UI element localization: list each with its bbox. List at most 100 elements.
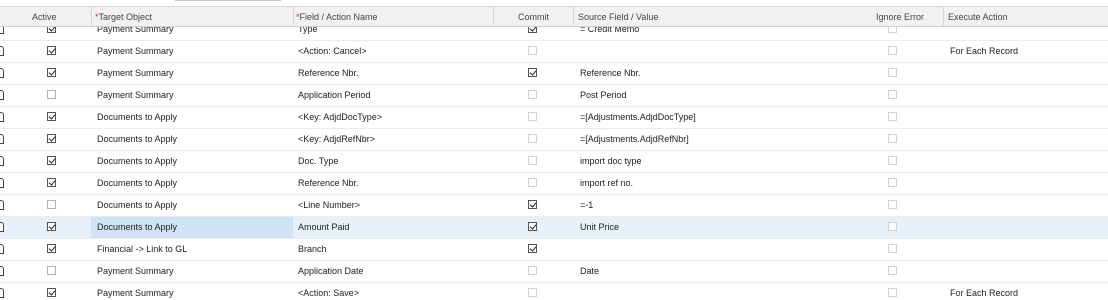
execute-action-cell[interactable] (950, 151, 1100, 172)
target-object-cell[interactable]: Payment Summary (91, 283, 293, 300)
execute-action-cell[interactable] (950, 63, 1100, 84)
document-icon[interactable] (0, 27, 4, 34)
ignore-error-checkbox[interactable] (888, 222, 897, 231)
table-row[interactable]: Payment Summary Reference Nbr. Reference N… (0, 63, 1108, 85)
field-action-cell[interactable]: <Line Number> (298, 195, 488, 216)
execute-action-cell[interactable] (950, 107, 1100, 128)
target-object-cell[interactable]: Payment Summary (91, 41, 293, 62)
source-value-cell[interactable] (580, 283, 855, 300)
active-checkbox[interactable] (47, 244, 56, 253)
commit-checkbox[interactable] (528, 266, 537, 275)
document-icon[interactable] (0, 288, 4, 298)
active-checkbox[interactable] (47, 134, 56, 143)
field-action-cell[interactable]: Amount Paid (298, 217, 488, 238)
col-header-source-value[interactable]: Source Field / Value (573, 7, 860, 27)
ignore-error-checkbox[interactable] (888, 244, 897, 253)
execute-action-cell[interactable]: For Each Record (950, 41, 1100, 62)
active-checkbox[interactable] (47, 68, 56, 77)
active-checkbox[interactable] (47, 200, 56, 209)
table-row[interactable]: Documents to Apply <Key: AdjdRefNbr> =[Adj… (0, 129, 1108, 151)
document-icon[interactable] (0, 178, 4, 188)
active-checkbox[interactable] (47, 27, 56, 33)
col-header-active[interactable]: Active (32, 7, 57, 27)
target-object-cell[interactable]: Documents to Apply (91, 129, 293, 150)
target-object-cell[interactable]: Documents to Apply (91, 173, 293, 194)
commit-checkbox[interactable] (528, 68, 537, 77)
ignore-error-checkbox[interactable] (888, 156, 897, 165)
document-icon[interactable] (0, 46, 4, 56)
commit-checkbox[interactable] (528, 90, 537, 99)
execute-action-cell[interactable]: For Each Record (950, 283, 1100, 300)
commit-checkbox[interactable] (528, 46, 537, 55)
target-object-cell[interactable]: Documents to Apply (91, 151, 293, 172)
ignore-error-checkbox[interactable] (888, 178, 897, 187)
document-icon[interactable] (0, 244, 4, 254)
source-value-cell[interactable] (580, 41, 855, 62)
field-action-cell[interactable]: Application Date (298, 261, 488, 282)
active-checkbox[interactable] (47, 112, 56, 121)
commit-checkbox[interactable] (528, 27, 537, 33)
active-checkbox[interactable] (47, 46, 56, 55)
ignore-error-checkbox[interactable] (888, 46, 897, 55)
execute-action-cell[interactable] (950, 129, 1100, 150)
execute-action-cell[interactable] (950, 195, 1100, 216)
target-object-cell[interactable]: Payment Summary (91, 85, 293, 106)
commit-checkbox[interactable] (528, 200, 537, 209)
execute-action-cell[interactable] (950, 217, 1100, 238)
ignore-error-checkbox[interactable] (888, 27, 897, 33)
target-object-cell[interactable]: Documents to Apply (91, 107, 293, 128)
target-object-cell[interactable]: Documents to Apply (91, 217, 293, 238)
ignore-error-checkbox[interactable] (888, 266, 897, 275)
execute-action-cell[interactable] (950, 239, 1100, 260)
commit-checkbox[interactable] (528, 178, 537, 187)
commit-checkbox[interactable] (528, 288, 537, 297)
target-object-cell[interactable]: Payment Summary (91, 261, 293, 282)
active-checkbox[interactable] (47, 266, 56, 275)
commit-checkbox[interactable] (528, 244, 537, 253)
table-row[interactable]: Payment Summary Type = Credit Memo (0, 27, 1108, 41)
table-row[interactable]: Payment Summary Application Period Post Pe… (0, 85, 1108, 107)
active-checkbox[interactable] (47, 156, 56, 165)
table-row[interactable]: Documents to Apply <Key: AdjdDocType> =[Ad… (0, 107, 1108, 129)
field-action-cell[interactable]: Branch (298, 239, 488, 260)
field-action-cell[interactable]: Reference Nbr. (298, 173, 488, 194)
document-icon[interactable] (0, 90, 4, 100)
document-icon[interactable] (0, 200, 4, 210)
target-object-cell[interactable]: Financial -> Link to GL (91, 239, 293, 260)
commit-checkbox[interactable] (528, 156, 537, 165)
col-header-execute-action[interactable]: Execute Action (943, 7, 1108, 27)
execute-action-cell[interactable] (950, 261, 1100, 282)
target-object-cell[interactable]: Payment Summary (91, 27, 293, 40)
table-row[interactable]: Documents to Apply Doc. Type import doc ty… (0, 151, 1108, 173)
table-row[interactable]: Documents to Apply Amount Paid Unit Price (0, 217, 1108, 239)
source-value-cell[interactable]: = Credit Memo (580, 27, 855, 40)
execute-action-cell[interactable] (950, 85, 1100, 106)
source-value-cell[interactable]: import ref no. (580, 173, 855, 194)
document-icon[interactable] (0, 112, 4, 122)
document-icon[interactable] (0, 222, 4, 232)
document-icon[interactable] (0, 134, 4, 144)
document-icon[interactable] (0, 68, 4, 78)
table-row[interactable]: Documents to Apply <Line Number> =-1 (0, 195, 1108, 217)
ignore-error-checkbox[interactable] (888, 68, 897, 77)
target-object-cell[interactable]: Payment Summary (91, 63, 293, 84)
document-icon[interactable] (0, 266, 4, 276)
source-value-cell[interactable] (580, 239, 855, 260)
ignore-error-checkbox[interactable] (888, 200, 897, 209)
active-checkbox[interactable] (47, 178, 56, 187)
ignore-error-checkbox[interactable] (888, 90, 897, 99)
active-checkbox[interactable] (47, 288, 56, 297)
field-action-cell[interactable]: <Action: Cancel> (298, 41, 488, 62)
table-row[interactable]: Payment Summary <Action: Cancel> For Each … (0, 41, 1108, 63)
table-row[interactable]: Payment Summary <Action: Save> For Each Re… (0, 283, 1108, 300)
document-icon[interactable] (0, 156, 4, 166)
field-action-cell[interactable]: Application Period (298, 85, 488, 106)
field-action-cell[interactable]: <Action: Save> (298, 283, 488, 300)
source-value-cell[interactable]: import doc type (580, 151, 855, 172)
table-row[interactable]: Documents to Apply Reference Nbr. import r… (0, 173, 1108, 195)
active-checkbox[interactable] (47, 90, 56, 99)
source-value-cell[interactable]: =[Adjustments.AdjdDocType] (580, 107, 855, 128)
source-value-cell[interactable]: =[Adjustments.AdjdRefNbr] (580, 129, 855, 150)
source-value-cell[interactable]: Unit Price (580, 217, 855, 238)
ignore-error-checkbox[interactable] (888, 288, 897, 297)
